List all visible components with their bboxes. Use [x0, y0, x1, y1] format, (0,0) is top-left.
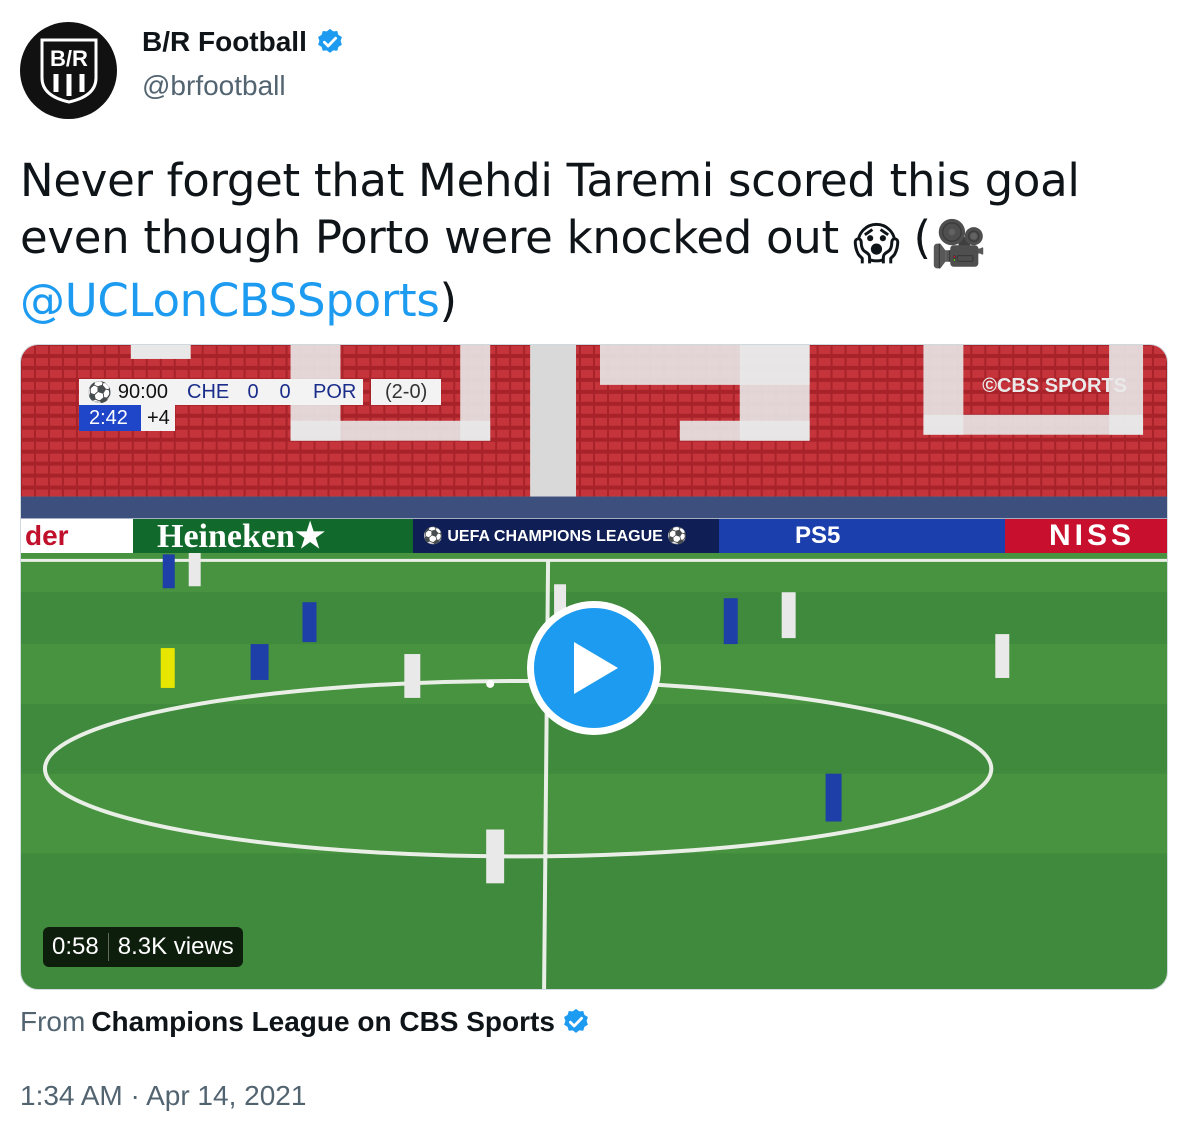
ad-board: PS5 [719, 519, 1005, 553]
video-duration: 0:58 [52, 933, 99, 960]
match-clock: ⚽ 90:00 [79, 379, 175, 405]
stoppage-time: 2:42 [79, 405, 141, 431]
br-logo-icon: B/R [40, 38, 97, 104]
source-account-link[interactable]: Champions League on CBS Sports [91, 1006, 555, 1038]
scream-emoji-icon: 😱 [852, 217, 900, 270]
author-display-name[interactable]: B/R Football [142, 26, 307, 58]
ball-icon: ⚽ [87, 381, 112, 404]
home-score: 0 [237, 379, 269, 405]
tweet-timestamp[interactable]: 1:34 AM · Apr 14, 2021 [20, 1080, 306, 1112]
tweet-paren-close: ) [439, 274, 458, 327]
video-meta: 0:58 8.3K views [43, 927, 243, 967]
play-button[interactable] [527, 601, 661, 735]
away-team: POR [301, 379, 363, 405]
mention-link[interactable]: @UCLonCBSSports [20, 274, 440, 327]
source-prefix: From [20, 1006, 86, 1037]
author-handle[interactable]: @brfootball [142, 70, 286, 102]
author-avatar[interactable]: B/R [20, 22, 117, 119]
avatar-text: B/R [50, 46, 88, 71]
tweet-paren-open: ( [913, 211, 932, 264]
added-time: +4 [141, 405, 175, 431]
clock-time: 90:00 [117, 380, 168, 403]
ad-board: NISS [1005, 519, 1167, 553]
video-source: From Champions League on CBS Sports [20, 1006, 591, 1038]
tweet-text: Never forget that Mehdi Taremi scored th… [20, 152, 1180, 329]
verified-badge-icon [318, 28, 342, 53]
scoreboard: ⚽ 90:00 CHE 0 0 POR (2-0) 2:42 +4 [79, 379, 442, 431]
author-name[interactable]: B/R Football [142, 26, 345, 58]
verified-badge-icon [564, 1008, 588, 1033]
play-icon [574, 642, 618, 694]
home-team: CHE [175, 379, 237, 405]
aggregate-score: (2-0) [371, 379, 442, 405]
ad-board: Heineken★ [133, 518, 413, 555]
video-player[interactable]: ⚽ 90:00 CHE 0 0 POR (2-0) 2:42 +4 ©CBS S… [20, 344, 1168, 990]
ad-board: ⚽ UEFA CHAMPIONS LEAGUE ⚽ [413, 519, 719, 553]
video-views: 8.3K views [117, 933, 234, 960]
away-score: 0 [269, 379, 301, 405]
broadcaster-logo: ©CBS SPORTS [982, 375, 1127, 397]
ad-board: der [21, 519, 133, 553]
movie-camera-emoji-icon: 🎥 [930, 217, 987, 270]
